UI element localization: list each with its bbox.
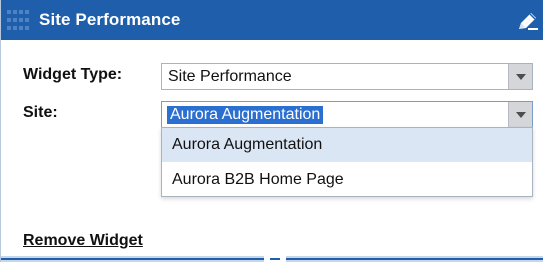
widget-header[interactable]: Site Performance [1,0,543,40]
site-performance-widget: Site Performance Widget Type: Site Perfo… [0,0,543,262]
widget-type-value: Site Performance [168,68,292,85]
site-option[interactable]: Aurora Augmentation [162,128,532,162]
site-select[interactable]: Aurora Augmentation [161,101,533,128]
resize-bar[interactable] [1,256,543,262]
site-option[interactable]: Aurora B2B Home Page [162,163,532,197]
widget-type-label: Widget Type: [23,66,123,83]
remove-widget-link[interactable]: Remove Widget [23,232,143,250]
chevron-down-icon[interactable] [508,64,532,89]
resize-handle-icon[interactable] [264,256,286,262]
widget-title: Site Performance [39,10,181,29]
widget-type-select[interactable]: Site Performance [161,63,533,90]
chevron-down-icon[interactable] [508,102,532,127]
drag-grip-icon[interactable] [7,10,29,32]
site-dropdown-list: Aurora Augmentation Aurora B2B Home Page [161,127,533,197]
edit-pencil-icon[interactable] [516,10,540,32]
site-value: Aurora Augmentation [167,106,324,124]
site-label: Site: [23,104,58,121]
